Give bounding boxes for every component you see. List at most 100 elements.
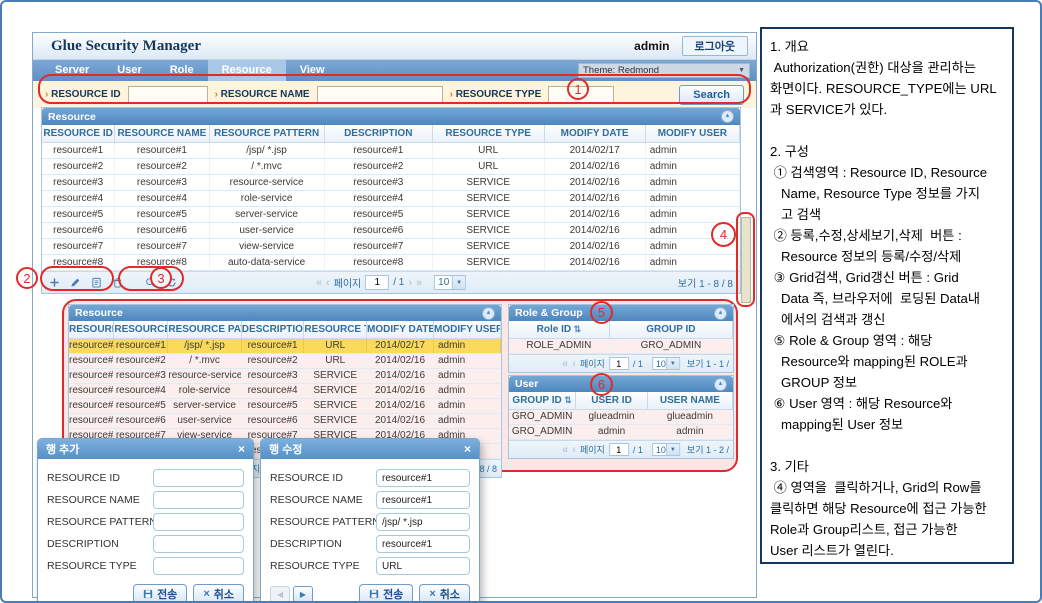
table-row[interactable]: resource#7resource#7view-serviceresource… xyxy=(42,239,740,255)
cancel-button[interactable]: ×취소 xyxy=(419,584,470,603)
resource-name-field[interactable] xyxy=(153,491,244,509)
column-header[interactable]: DESCRIPTION xyxy=(242,321,305,338)
table-row[interactable]: GRO_ADMINglueadminglueadmin xyxy=(509,410,733,425)
column-header[interactable]: USER ID xyxy=(576,392,648,409)
column-header[interactable]: RESOURCE TYP xyxy=(304,321,367,338)
table-row[interactable]: GRO_ADMINadminadmin xyxy=(509,425,733,440)
column-header[interactable]: RESOURCE ID xyxy=(42,125,115,142)
prev-page-icon[interactable]: ‹ xyxy=(572,358,576,370)
column-header[interactable]: GROUP ID xyxy=(610,321,733,338)
close-icon[interactable]: × xyxy=(464,443,471,455)
submit-button[interactable]: 전송 xyxy=(133,584,187,603)
next-record-button[interactable]: ▶ xyxy=(293,586,313,603)
close-icon[interactable]: × xyxy=(238,443,245,455)
column-header[interactable]: MODIFY USER xyxy=(646,125,740,142)
annotation-line: ③ Grid검색, Grid갱신 버튼 : Grid xyxy=(770,267,1009,288)
table-row[interactable]: resource#resource#4role-serviceresource#… xyxy=(69,384,501,399)
column-header[interactable]: MODIFY DATE xyxy=(545,125,646,142)
page-size-select[interactable]: 10 ▼ xyxy=(652,443,680,456)
column-header[interactable]: RESOURCE TYPE xyxy=(433,125,545,142)
cancel-button[interactable]: ×취소 xyxy=(193,584,244,603)
column-header[interactable]: USER NAME xyxy=(648,392,733,409)
table-row[interactable]: resource#2resource#2/ *.mvcresource#2URL… xyxy=(42,159,740,175)
first-page-icon[interactable]: « xyxy=(316,277,322,289)
first-page-icon[interactable]: « xyxy=(562,358,568,370)
table-row[interactable]: resource#4resource#4role-serviceresource… xyxy=(42,191,740,207)
column-header[interactable]: RESOURCE PATTERN xyxy=(210,125,325,142)
page-input[interactable] xyxy=(609,443,629,456)
page-size-select[interactable]: 10 ▼ xyxy=(652,357,680,370)
popup-resource-grid-header: Resource ▲ xyxy=(69,305,501,321)
column-header[interactable]: MODIFY DATE xyxy=(367,321,434,338)
table-row-cell: resource#1 xyxy=(325,143,433,158)
page-total: / 1 xyxy=(633,359,643,369)
first-page-icon[interactable]: « xyxy=(562,444,568,456)
page-size-select[interactable]: 10 ▼ xyxy=(434,275,466,290)
edit-row-dialog-title: 행 수정 xyxy=(269,441,302,457)
table-row[interactable]: resource#resource#5server-serviceresourc… xyxy=(69,399,501,414)
page-input[interactable] xyxy=(365,275,389,290)
table-row[interactable]: resource#resource#2/ *.mvcresource#2URL2… xyxy=(69,354,501,369)
description-field[interactable] xyxy=(153,535,244,553)
field-label: RESOURCE ID xyxy=(270,472,376,484)
column-header[interactable]: RESOURCE PAT xyxy=(168,321,241,338)
table-row-cell: resource#5 xyxy=(42,207,115,222)
next-page-icon[interactable]: › xyxy=(408,277,412,289)
prev-page-icon[interactable]: ‹ xyxy=(326,277,330,289)
column-header[interactable]: RESOURI xyxy=(69,321,114,338)
column-header[interactable]: DESCRIPTION xyxy=(325,125,433,142)
edit-row-dialog: 행 수정 × RESOURCE ID RESOURCE NAME RESOURC… xyxy=(260,438,480,603)
resource-type-field[interactable] xyxy=(153,557,244,575)
last-page-icon[interactable]: » xyxy=(416,277,422,289)
table-row[interactable]: ROLE_ADMINGRO_ADMIN xyxy=(509,339,733,354)
table-row-cell: glueadmin xyxy=(576,410,648,424)
annotation-line: 3. 기타 xyxy=(770,456,1009,477)
table-row-cell: /jsp/ *.jsp xyxy=(210,143,325,158)
field-label: RESOURCE PATTERN xyxy=(270,516,376,528)
field-label: RESOURCE ID xyxy=(47,472,153,484)
submit-button-label: 전송 xyxy=(383,586,403,602)
table-row-cell: resource#3 xyxy=(114,369,168,383)
table-row[interactable]: resource#resource#6user-serviceresource#… xyxy=(69,414,501,429)
table-row-cell: admin xyxy=(646,159,740,174)
description-field[interactable] xyxy=(376,535,470,553)
table-row[interactable]: resource#1resource#1/jsp/ *.jspresource#… xyxy=(42,143,740,159)
page-size-value: 10 xyxy=(656,445,666,455)
column-header[interactable]: GROUP ID xyxy=(509,392,576,409)
column-header[interactable]: RESOURCE NAM xyxy=(114,321,168,338)
table-row-cell: resource#6 xyxy=(242,414,305,428)
annotation-outline-side-strip xyxy=(736,212,755,307)
table-row[interactable]: resource#5resource#5server-serviceresour… xyxy=(42,207,740,223)
logout-button[interactable]: 로그아웃 xyxy=(682,36,748,56)
annotation-line: GROUP 정보 xyxy=(770,372,1009,393)
column-header[interactable]: RESOURCE NAME xyxy=(115,125,209,142)
resource-id-field[interactable] xyxy=(153,469,244,487)
collapse-icon[interactable]: ▲ xyxy=(714,307,727,320)
table-row[interactable]: resource#3resource#3resource-servicereso… xyxy=(42,175,740,191)
annotation-line: 화면이다. RESOURCE_TYPE에는 URL xyxy=(770,78,1009,99)
resource-id-field[interactable] xyxy=(376,469,470,487)
column-header[interactable]: Role ID xyxy=(509,321,610,338)
annotation-line: 2. 구성 xyxy=(770,141,1009,162)
table-row[interactable]: resource#6resource#6user-serviceresource… xyxy=(42,223,740,239)
resource-type-field[interactable] xyxy=(376,557,470,575)
annotation-line: ⑥ User 영역 : 해당 Resource와 xyxy=(770,393,1009,414)
collapse-icon[interactable]: ▲ xyxy=(714,378,727,391)
table-row-cell: resource#7 xyxy=(325,239,433,254)
chevron-down-icon: ▼ xyxy=(666,358,679,369)
annotation-line: ⑤ Role & Group 영역 : 해당 xyxy=(770,330,1009,351)
prev-record-button[interactable]: ◀ xyxy=(270,586,290,603)
table-row[interactable]: resource#resource#3resource-serviceresou… xyxy=(69,369,501,384)
page-input[interactable] xyxy=(609,357,629,370)
submit-button[interactable]: 전송 xyxy=(359,584,413,603)
collapse-icon[interactable]: ▲ xyxy=(482,307,495,320)
resource-pattern-field[interactable] xyxy=(153,513,244,531)
resource-name-field[interactable] xyxy=(376,491,470,509)
table-row[interactable]: resource#resource#1/jsp/ *.jspresource#1… xyxy=(69,339,501,354)
resource-grid-column-headers: RESOURCE IDRESOURCE NAMERESOURCE PATTERN… xyxy=(42,125,740,143)
column-header[interactable]: MODIFY USER xyxy=(434,321,501,338)
prev-page-icon[interactable]: ‹ xyxy=(572,444,576,456)
resource-pattern-field[interactable] xyxy=(376,513,470,531)
table-row-cell: 2014/02/16 xyxy=(367,414,434,428)
collapse-icon[interactable]: ▲ xyxy=(721,110,734,123)
